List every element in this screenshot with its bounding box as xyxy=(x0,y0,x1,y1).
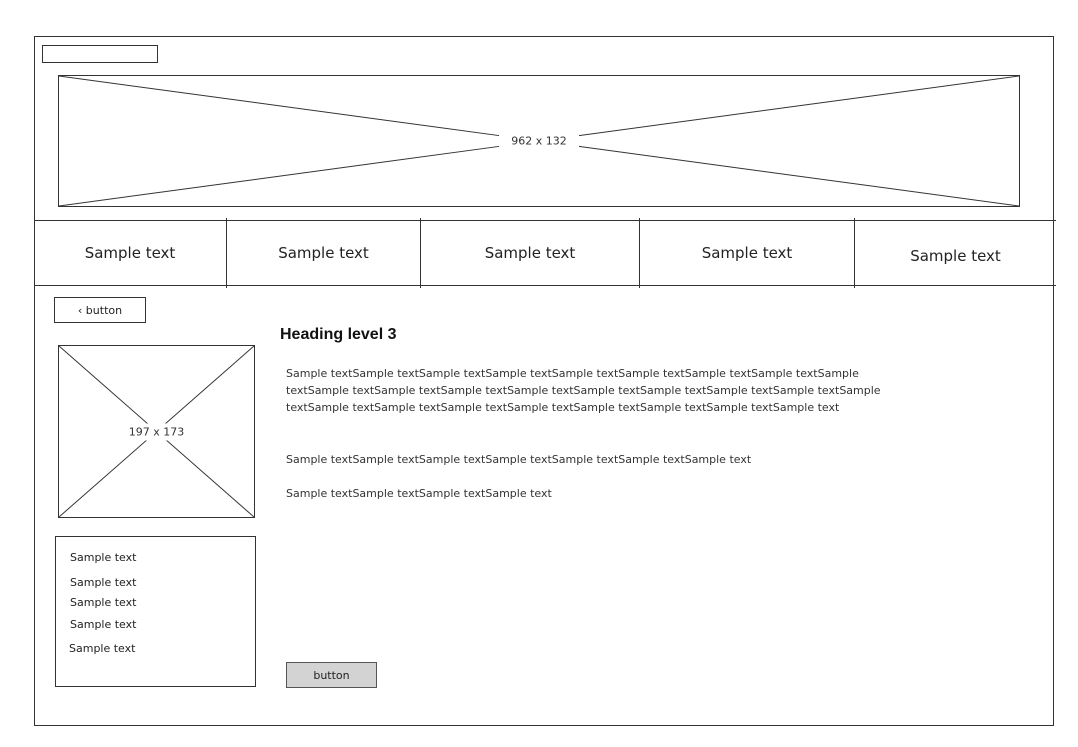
list-item[interactable]: Sample text xyxy=(70,576,136,589)
nav-item-label: Sample text xyxy=(84,244,176,262)
banner-image-placeholder: 962 x 132 xyxy=(58,75,1020,207)
nav-bar: Sample text Sample text Sample text Samp… xyxy=(34,218,1056,288)
banner-size-label: 962 x 132 xyxy=(499,132,579,150)
list-item[interactable]: Sample text xyxy=(69,642,135,655)
nav-item-5[interactable]: Sample text xyxy=(855,221,1056,285)
sidebar-image-size-label: 197 x 173 xyxy=(128,423,185,440)
nav-item-4[interactable]: Sample text xyxy=(640,221,854,285)
nav-item-label: Sample text xyxy=(910,247,1001,265)
title-field xyxy=(42,45,158,63)
sidebar-image-placeholder: 197 x 173 xyxy=(58,345,255,518)
body-paragraph: Sample textSample textSample textSample … xyxy=(286,453,752,466)
list-item[interactable]: Sample text xyxy=(70,551,136,564)
nav-item-1[interactable]: Sample text xyxy=(34,221,226,285)
page-heading: Heading level 3 xyxy=(280,326,397,343)
sidebar-list: Sample text Sample text Sample text Samp… xyxy=(55,536,256,687)
nav-item-label: Sample text xyxy=(278,244,369,262)
body-paragraph: Sample textSample textSample textSample … xyxy=(286,367,881,414)
list-item[interactable]: Sample text xyxy=(70,596,136,609)
nav-item-2[interactable]: Sample text xyxy=(227,221,420,285)
list-item[interactable]: Sample text xyxy=(70,618,136,631)
body-paragraph: Sample textSample textSample textSample … xyxy=(286,487,552,500)
submit-button[interactable]: button xyxy=(286,662,377,688)
nav-item-label: Sample text xyxy=(484,244,576,262)
nav-item-3[interactable]: Sample text xyxy=(421,221,639,285)
nav-item-label: Sample text xyxy=(701,244,793,262)
back-button[interactable]: ‹ button xyxy=(54,297,146,323)
